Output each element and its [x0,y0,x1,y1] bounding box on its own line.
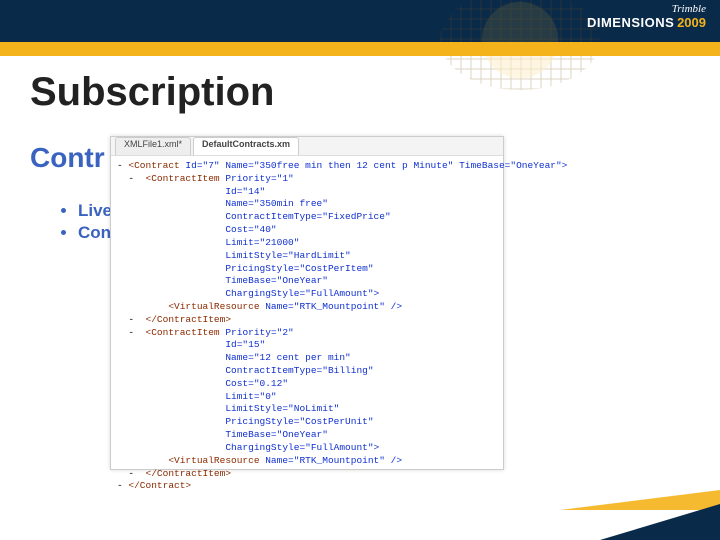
xml-attr: PricingStyle="CostPerItem" [225,263,373,274]
xml-tag: <VirtualResource [168,455,265,466]
brand-logo: Trimble DIMENSIONS 2009 [587,4,706,30]
editor-tab[interactable]: XMLFile1.xml* [115,137,191,155]
xml-attr: Name="RTK_Mountpoint" /> [265,301,402,312]
xml-attr: Name="350min free" [225,198,328,209]
brand-year: 2009 [677,15,706,30]
xml-attr: ContractItemType="FixedPrice" [225,211,390,222]
brand-product: DIMENSIONS [587,15,674,30]
xml-attr: LimitStyle="HardLimit" [225,250,350,261]
xml-code-view: - <Contract Id="7" Name="350free min the… [111,156,503,497]
editor-tabstrip: XMLFile1.xml* DefaultContracts.xm [111,137,503,156]
xml-attr: TimeBase="OneYear" [225,429,328,440]
xml-attr: Cost="40" [225,224,276,235]
xml-attr: Id="15" [225,339,265,350]
slide-subtitle: Contr [30,142,105,174]
brand-company: Trimble [672,3,706,15]
xml-attr: Name="12 cent per min" [225,352,350,363]
bullet-list: Live Cont [38,199,117,245]
footer-corner [600,504,720,540]
editor-tab-active[interactable]: DefaultContracts.xm [193,137,299,155]
xml-attr: Id="14" [225,186,265,197]
xml-tag: <ContractItem [146,327,226,338]
xml-attr: Cost="0.12" [225,378,288,389]
xml-attr: ChargingStyle="FullAmount"> [225,288,379,299]
accent-rule [0,42,720,56]
xml-attr: PricingStyle="CostPerUnit" [225,416,373,427]
xml-editor-panel: XMLFile1.xml* DefaultContracts.xm - <Con… [110,136,504,470]
xml-attr: Priority="2" [225,327,293,338]
xml-close: </ContractItem> [146,468,232,479]
xml-tag: <ContractItem [146,173,226,184]
xml-attr: Priority="1" [225,173,293,184]
xml-tag: <VirtualResource [168,301,265,312]
xml-attr: Name="RTK_Mountpoint" /> [265,455,402,466]
xml-attr: LimitStyle="NoLimit" [225,403,339,414]
xml-close: </ContractItem> [146,314,232,325]
xml-attrs: Id="7" Name="350free min then 12 cent p … [185,160,567,171]
xml-attr: Limit="0" [225,391,276,402]
xml-tag: <Contract [128,160,185,171]
xml-attr: TimeBase="OneYear" [225,275,328,286]
xml-attr: ContractItemType="Billing" [225,365,373,376]
xml-attr: Limit="21000" [225,237,299,248]
slide-title: Subscription [30,70,274,115]
xml-close: </Contract> [128,480,191,491]
xml-attr: ChargingStyle="FullAmount"> [225,442,379,453]
